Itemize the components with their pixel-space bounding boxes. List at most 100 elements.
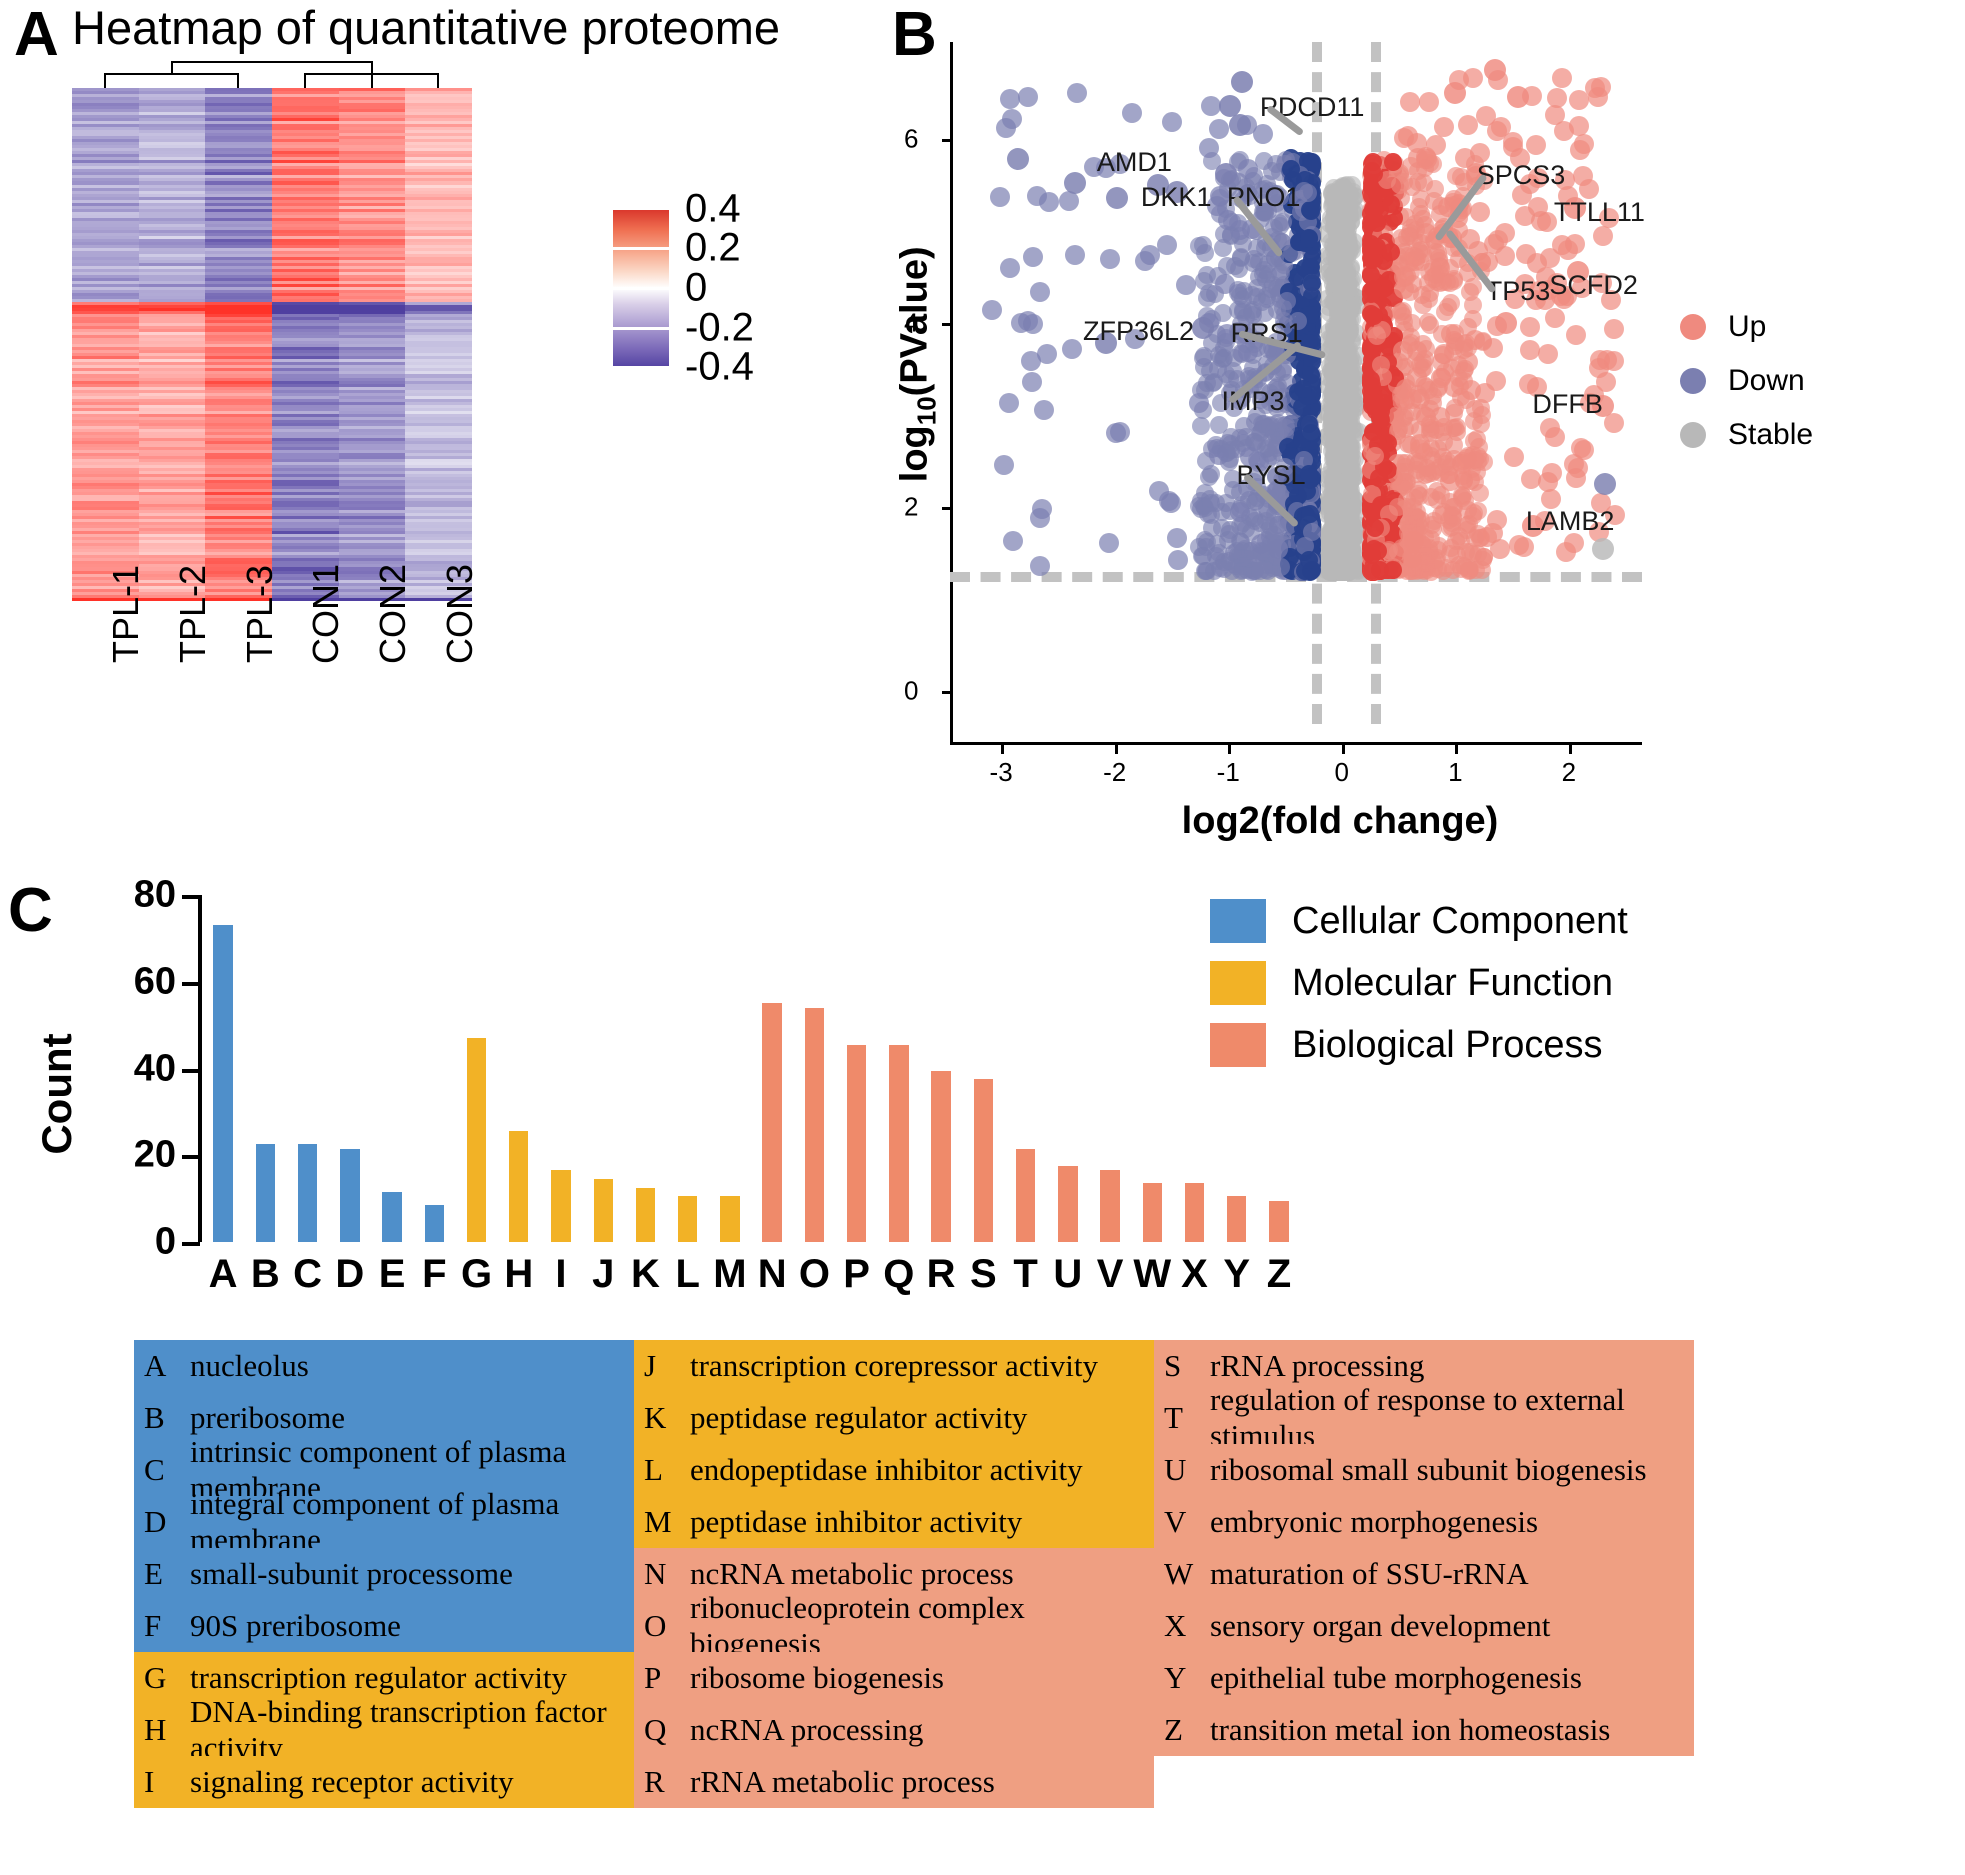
volcano-point [1570, 437, 1591, 458]
volcano-point [1495, 222, 1516, 243]
volcano-point [1063, 171, 1086, 194]
heatmap-column [272, 88, 339, 603]
go-term-key: L [644, 1452, 663, 1487]
heatmap-column-label: CON1 [305, 563, 347, 665]
volcano-point [1277, 292, 1296, 311]
volcano-point [996, 117, 1017, 138]
go-term-key: X [1164, 1608, 1187, 1643]
bar-x-label: J [592, 1252, 615, 1296]
volcano-plot-area: PDCD11 AMD1 DKK1 PNO1 SPCS3 TTLL11 SCFD2 ZFP36L… [950, 42, 1645, 742]
go-term-key: P [644, 1660, 662, 1695]
heatmap-column-label: TPL-3 [238, 564, 280, 664]
bar-y-tick-label: 80 [133, 873, 176, 916]
go-term-key: U [1164, 1452, 1187, 1487]
volcano-point [1399, 91, 1420, 112]
go-category-legend: Cellular Component Molecular Function Bi… [1210, 890, 1628, 1076]
volcano-gene-label: LAMB2 [1525, 506, 1615, 537]
go-table-row: Yepithelial tube morphogenesis [1154, 1652, 1694, 1704]
volcano-gene-label: DKK1 [1140, 181, 1212, 212]
volcano-gene-label: SCFD2 [1549, 270, 1638, 301]
volcano-point [1337, 313, 1356, 332]
go-term-key: F [144, 1608, 162, 1643]
bar [889, 1044, 909, 1242]
volcano-point [1202, 464, 1221, 483]
go-term-table: Anucleolus Bpreribosome Cintrinsic compone… [134, 1340, 1694, 1808]
volcano-point [1321, 562, 1340, 581]
bar [509, 1131, 529, 1242]
go-term-key: Z [1164, 1712, 1183, 1747]
volcano-point [1175, 275, 1196, 295]
colorbar-tick-label: 0.2 [685, 225, 741, 270]
go-term-description: sensory organ development [1210, 1608, 1551, 1643]
volcano-point [1363, 153, 1382, 172]
volcano-point [1339, 219, 1358, 238]
volcano-point [1148, 481, 1169, 502]
colorbar-tick-label: 0 [685, 265, 708, 310]
go-term-description: preribosome [190, 1400, 345, 1435]
bar-x-label: I [555, 1252, 567, 1296]
go-term-description: peptidase regulator activity [690, 1400, 1028, 1435]
go-table-column-3: SrRNA processing Tregulation of response … [1154, 1340, 1694, 1808]
volcano-point [1188, 393, 1209, 414]
volcano-point [1192, 416, 1211, 435]
go-legend-item-cellular-component: Cellular Component [1210, 890, 1628, 952]
go-table-row: Vembryonic morphogenesis [1154, 1496, 1694, 1548]
volcano-point [1569, 139, 1590, 160]
bar-x-label: K [631, 1252, 660, 1296]
bar [931, 1070, 951, 1242]
bar-y-tick [182, 1068, 200, 1073]
volcano-point [1156, 235, 1177, 256]
go-legend-swatch-cc [1210, 899, 1266, 943]
volcano-point [1392, 340, 1413, 361]
volcano-point [1105, 186, 1128, 209]
volcano-point [1422, 529, 1441, 548]
volcano-point [999, 89, 1020, 110]
bar [720, 1196, 740, 1242]
volcano-point [1516, 243, 1537, 264]
colorbar-tick [613, 247, 669, 250]
bar-slot [962, 895, 1004, 1242]
volcano-point [1463, 309, 1482, 328]
go-term-description: rRNA metabolic process [690, 1764, 995, 1799]
volcano-point [1228, 113, 1251, 136]
volcano-point [1604, 319, 1625, 340]
bar [340, 1148, 360, 1242]
bar-x-label: W [1133, 1252, 1172, 1296]
heatmap-column-label: TPL-2 [172, 564, 213, 664]
volcano-y-tick-label: 2 [904, 491, 919, 522]
volcano-point [1036, 344, 1057, 365]
volcano-point [1344, 498, 1363, 517]
volcano-gene-label: DFFB [1532, 389, 1603, 420]
go-term-description: ribosomal small subunit biogenesis [1210, 1452, 1647, 1487]
go-term-description: transcription corepressor activity [690, 1348, 1099, 1383]
volcano-point [1018, 86, 1039, 107]
go-table-row: Isignaling receptor activity [134, 1756, 634, 1808]
bar-chart-bars [202, 895, 1300, 1242]
volcano-point [1162, 112, 1183, 133]
volcano-point [1403, 530, 1424, 551]
go-term-description: transition metal ion homeostasis [1210, 1712, 1611, 1747]
volcano-x-axis-label: log2(fold change) [1181, 800, 1499, 842]
go-term-key: H [144, 1712, 167, 1747]
bar-slot [582, 895, 624, 1242]
volcano-point [1594, 473, 1617, 496]
volcano-x-tick [1114, 745, 1118, 754]
volcano-point [1458, 351, 1479, 372]
go-table-row: Mpeptidase inhibitor activity [634, 1496, 1154, 1548]
bar-slot [878, 895, 920, 1242]
go-table-row: F 90S preribosome [134, 1600, 634, 1652]
volcano-point [1327, 424, 1346, 443]
volcano-point [1237, 158, 1258, 179]
go-term-description: peptidase inhibitor activity [690, 1504, 1023, 1539]
ylabel-subscript: 10 [911, 396, 942, 426]
volcano-point [1029, 281, 1050, 302]
go-term-description: epithelial tube morphogenesis [1210, 1660, 1582, 1695]
go-legend-swatch-mf [1210, 961, 1266, 1005]
volcano-point [1167, 528, 1188, 549]
volcano-point [989, 186, 1010, 207]
bar-slot [709, 895, 751, 1242]
volcano-point [1033, 399, 1054, 420]
go-term-description: ncRNA processing [690, 1712, 924, 1747]
go-table-row: QncRNA processing [634, 1704, 1154, 1756]
colorbar-tick-label: -0.4 [685, 344, 754, 389]
